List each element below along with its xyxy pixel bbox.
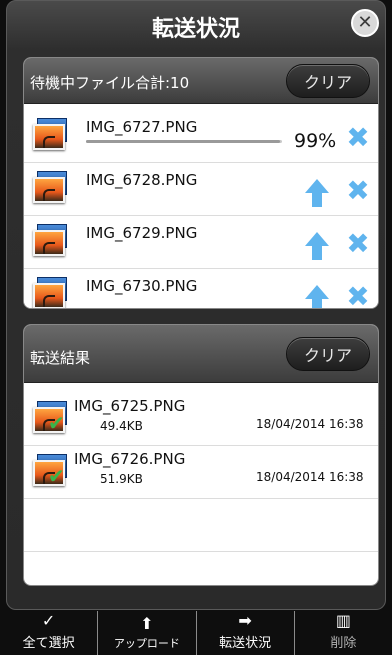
transfer-timestamp: 18/04/2014 16:38 xyxy=(256,470,364,484)
delete-button[interactable]: ▥ 削除 xyxy=(293,611,392,655)
image-thumbnail-icon xyxy=(33,224,69,258)
list-item[interactable]: ✔ IMG_6726.PNG 51.9KB 18/04/2014 16:38 xyxy=(24,446,378,499)
upload-arrow-icon xyxy=(305,179,329,207)
file-name: IMG_6730.PNG xyxy=(86,277,198,295)
progress-percent: 99% xyxy=(294,130,337,152)
transfer-status-button[interactable]: ➡ 転送状況 xyxy=(195,611,294,655)
cancel-icon[interactable]: ✖ xyxy=(344,124,372,152)
file-size: 49.4KB xyxy=(100,419,143,433)
transfer-arrow-icon: ➡ xyxy=(238,611,252,630)
image-thumbnail-icon xyxy=(33,277,69,308)
list-item[interactable]: IMG_6730.PNG ✖ xyxy=(24,269,378,309)
upload-icon: ⬆ xyxy=(140,614,154,633)
upload-progress-bar xyxy=(86,140,282,143)
results-header: 転送結果 クリア xyxy=(24,325,378,383)
pending-header: 待機中ファイル合計:10 クリア xyxy=(24,58,378,104)
transfer-status-dialog: 転送状況 ✕ 待機中ファイル合計:10 クリア IMG_6727.PNG 99%… xyxy=(6,0,386,610)
upload-arrow-icon xyxy=(305,285,329,308)
list-item[interactable]: IMG_6727.PNG 99% ✖ xyxy=(24,110,378,163)
dialog-title: 転送状況 xyxy=(151,17,240,42)
checkmark-circle-icon: ✓ xyxy=(41,611,56,630)
trash-icon: ▥ xyxy=(335,611,351,630)
file-name: IMG_6725.PNG xyxy=(74,397,186,415)
list-item[interactable]: IMG_6729.PNG ✖ xyxy=(24,216,378,269)
transfer-timestamp: 18/04/2014 16:38 xyxy=(256,417,364,431)
select-all-button[interactable]: ✓ 全て選択 xyxy=(0,611,97,655)
pending-count-label: 待機中ファイル合計:10 xyxy=(30,74,190,92)
delete-label: 削除 xyxy=(330,636,357,651)
empty-row xyxy=(24,499,378,552)
image-thumbnail-icon xyxy=(33,171,69,205)
clear-results-button[interactable]: クリア xyxy=(286,337,370,371)
file-size: 51.9KB xyxy=(100,472,143,486)
upload-arrow-icon xyxy=(305,232,329,260)
file-name: IMG_6727.PNG xyxy=(86,118,198,136)
clear-pending-button[interactable]: クリア xyxy=(286,64,370,98)
cancel-icon[interactable]: ✖ xyxy=(344,283,372,309)
image-thumbnail-icon xyxy=(33,118,69,152)
close-icon[interactable]: ✕ xyxy=(351,9,379,37)
upload-label: アップロード xyxy=(113,637,180,650)
file-name: IMG_6728.PNG xyxy=(86,171,198,189)
bottom-toolbar: ✓ 全て選択 ⬆ アップロード ➡ 転送状況 ▥ 削除 xyxy=(0,611,392,655)
select-all-label: 全て選択 xyxy=(22,636,75,651)
file-name: IMG_6726.PNG xyxy=(74,450,186,468)
cancel-icon[interactable]: ✖ xyxy=(344,230,372,258)
pending-panel: 待機中ファイル合計:10 クリア IMG_6727.PNG 99% ✖ IMG_… xyxy=(23,57,379,309)
cancel-icon[interactable]: ✖ xyxy=(344,177,372,205)
transfer-status-label: 転送状況 xyxy=(219,636,272,651)
list-item[interactable]: IMG_6728.PNG ✖ xyxy=(24,163,378,216)
check-icon: ✔ xyxy=(48,411,65,435)
results-title: 転送結果 xyxy=(30,349,91,367)
check-icon: ✔ xyxy=(48,464,65,488)
upload-button[interactable]: ⬆ アップロード xyxy=(97,611,195,655)
results-panel: 転送結果 クリア ✔ IMG_6725.PNG 49.4KB 18/04/201… xyxy=(23,324,379,586)
file-name: IMG_6729.PNG xyxy=(86,224,198,242)
list-item[interactable]: ✔ IMG_6725.PNG 49.4KB 18/04/2014 16:38 xyxy=(24,393,378,446)
